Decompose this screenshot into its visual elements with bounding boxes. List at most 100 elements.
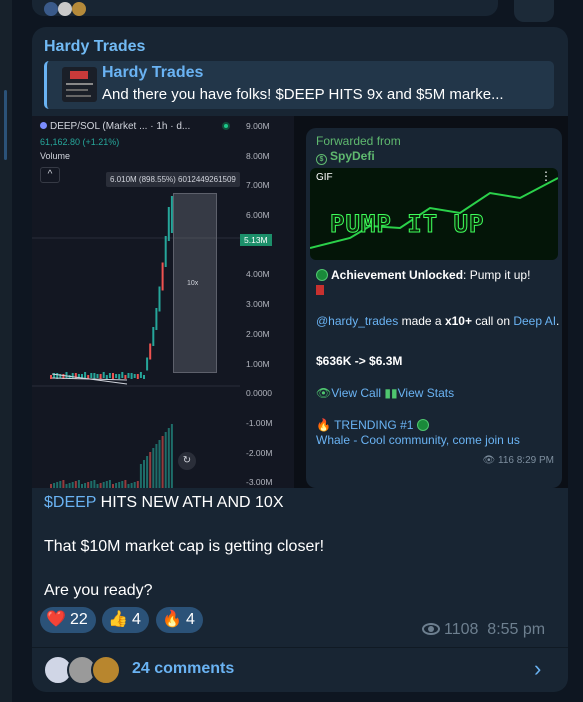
axis-tick-label: -2.00M: [246, 448, 273, 458]
gif-tag: GIF: [316, 172, 333, 183]
axis-tick-label: 9.00M: [246, 121, 270, 131]
forwarded-label: Forwarded from: [316, 134, 401, 148]
candle: [161, 262, 164, 291]
body-line-1: $DEEP HITS NEW ATH AND 10X: [44, 494, 284, 511]
cashtag-link[interactable]: $DEEP: [44, 494, 96, 511]
trending-link[interactable]: TRENDING #1: [334, 418, 413, 432]
volume-bar: [139, 464, 142, 488]
candle: [50, 375, 52, 379]
bar-chart-icon: ▮▮: [384, 386, 398, 400]
candle: [139, 372, 142, 378]
candle: [115, 374, 118, 378]
candle: [105, 375, 108, 379]
reaction-fire[interactable]: 🔥 4: [156, 607, 203, 633]
live-indicator-icon: [222, 122, 230, 130]
volume-bar: [87, 482, 90, 488]
call-line: @hardy_trades made a x10+ call on Deep A…: [316, 314, 560, 328]
message-meta: 1108 8:55 pm: [422, 621, 545, 639]
whale-link[interactable]: Whale - Cool community, come join us: [316, 433, 520, 447]
volume-bar: [74, 481, 77, 488]
candle: [108, 373, 111, 378]
token-link[interactable]: Deep AI: [513, 314, 556, 328]
user-mention[interactable]: @hardy_trades: [316, 314, 398, 328]
gif-banner: PUMP IT UP: [330, 210, 485, 239]
volume-bar: [99, 483, 102, 488]
axis-tick-label: 2.00M: [246, 329, 270, 339]
forwarded-source[interactable]: $ SpyDefi: [316, 149, 375, 165]
volume-bar: [164, 432, 167, 488]
candle: [96, 374, 99, 378]
volume-bar: [77, 480, 80, 488]
candle: [136, 374, 139, 379]
candle: [130, 373, 133, 379]
chart-image[interactable]: DEEP/SOL (Market ... · 1h · d... 61,162.…: [32, 116, 294, 488]
volume-bar: [121, 481, 124, 488]
volume-bar: [170, 424, 173, 488]
candle: [133, 374, 136, 378]
candle: [102, 372, 105, 378]
volume-bar: [84, 483, 87, 488]
volume-bar: [161, 436, 164, 488]
volume-bar: [56, 482, 59, 488]
volume-bar: [124, 480, 127, 488]
coin-icon: [316, 269, 328, 281]
candle: [112, 373, 114, 379]
comments-button[interactable]: 24 comments ›: [32, 648, 568, 692]
volume-bar: [155, 444, 158, 488]
forward-button[interactable]: [514, 0, 554, 22]
refresh-icon: ↻: [178, 452, 196, 470]
volume-bar: [50, 484, 52, 488]
forwarded-message[interactable]: Forwarded from $ SpyDefi GIF ⋮ PUMP IT UP…: [306, 128, 562, 488]
volume-bar: [71, 482, 74, 488]
candle: [167, 207, 170, 241]
eye-icon: 👁: [316, 386, 332, 400]
chart-tooltip: 6.010M (898.55%) 6012449261509: [106, 172, 240, 187]
view-call-link[interactable]: View Call: [331, 386, 381, 400]
volume-bar: [65, 484, 68, 488]
axis-tick-label: 7.00M: [246, 180, 270, 190]
left-scrollbar[interactable]: [0, 0, 12, 702]
view-stats-link[interactable]: View Stats: [398, 386, 454, 400]
volume-bar: [59, 481, 62, 488]
reaction-thumbs-up[interactable]: 👍 4: [102, 607, 149, 633]
chevron-up-icon: ^: [40, 167, 60, 183]
candle: [65, 372, 68, 378]
reaction-heart[interactable]: ❤️ 22: [40, 607, 96, 633]
volume-bar: [158, 440, 161, 488]
eye-icon: [422, 623, 440, 635]
avatar: [72, 2, 86, 16]
scrollbar-thumb[interactable]: [4, 90, 7, 160]
coin-icon: [416, 419, 429, 431]
candle: [155, 308, 158, 330]
volume-bar: [146, 456, 149, 488]
message-bubble: Hardy Trades Hardy Trades And there you …: [32, 27, 568, 692]
sender-name[interactable]: Hardy Trades: [44, 38, 145, 56]
volume-bar: [112, 484, 114, 488]
gif-media[interactable]: GIF ⋮ PUMP IT UP: [310, 168, 558, 260]
coin-icon: [40, 122, 47, 129]
volume-bar: [130, 483, 133, 488]
chart-symbol: DEEP/SOL (Market ... · 1h · d...: [40, 121, 190, 132]
volume-bar: [93, 480, 96, 488]
action-links: 👁View Call ▮▮View Stats: [316, 386, 454, 400]
volume-bar: [115, 483, 118, 488]
heart-icon: ❤️: [46, 611, 66, 628]
message-time: 8:55 pm: [487, 621, 546, 638]
axis-tick-label: -1.00M: [246, 418, 273, 428]
volume-bar: [96, 484, 99, 488]
more-menu-icon[interactable]: ⋮: [540, 170, 552, 182]
volume-bar: [143, 460, 145, 488]
volume-bar: [105, 481, 108, 488]
media-group[interactable]: DEEP/SOL (Market ... · 1h · d... 61,162.…: [32, 116, 568, 488]
avatar: [44, 2, 58, 16]
candle: [149, 343, 152, 360]
volume-bar: [133, 482, 136, 488]
achievement-line: Achievement Unlocked: Pump it up!: [316, 268, 530, 282]
price-axis: 5.13M 9.00M 8.00M 7.00M 6.00M 4.00M 3.00M 2.00…: [240, 116, 294, 488]
axis-tick-label: 3.00M: [246, 299, 270, 309]
volume-bar: [127, 484, 130, 488]
reply-title: Hardy Trades: [102, 64, 204, 81]
volume-bar: [149, 452, 152, 488]
forwarded-meta: 👁 116 8:29 PM: [482, 455, 554, 466]
reply-preview[interactable]: Hardy Trades And there you have folks! $…: [44, 61, 554, 109]
